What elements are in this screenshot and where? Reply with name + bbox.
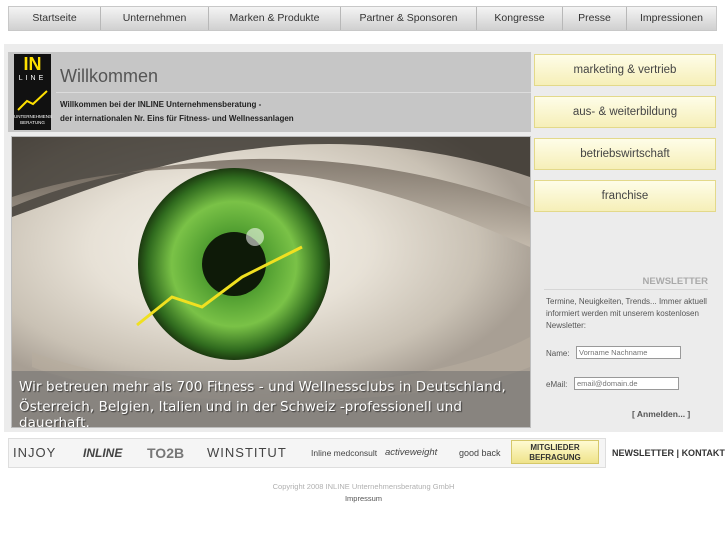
- newsletter-description: Termine, Neuigkeiten, Trends... Immer ak…: [546, 297, 707, 330]
- newsletter-title: NEWSLETTER: [642, 276, 708, 287]
- hero-caption-line-2: Österreich, Belgien, Italien und in der …: [19, 399, 463, 428]
- logo-subtitle: UNTERNEHMENS BERATUNG: [14, 114, 53, 125]
- sidebar-button-betriebswirtschaft[interactable]: betriebswirtschaft: [534, 138, 716, 170]
- welcome-header: IN LINE UNTERNEHMENS BERATUNG Willkommen…: [8, 52, 531, 132]
- newsletter-divider: [544, 289, 708, 290]
- email-label: eMail:: [546, 380, 568, 389]
- partner-logo-goodback[interactable]: good back: [459, 443, 501, 463]
- hero-caption: Wir betreuen mehr als 700 Fitness - und …: [12, 371, 530, 427]
- partner-logo-to2b[interactable]: TO2B: [147, 443, 184, 463]
- main-content: IN LINE UNTERNEHMENS BERATUNG Willkommen…: [4, 44, 723, 432]
- mitglieder-befragung-button[interactable]: MITGLIEDER BEFRAGUNG: [511, 440, 599, 464]
- page-title: Willkommen: [60, 66, 159, 86]
- copyright-text: Copyright 2008 INLINE Unternehmensberatu…: [272, 482, 455, 491]
- nav-item-kongresse[interactable]: Kongresse: [477, 7, 563, 30]
- nav-item-partner-sponsoren[interactable]: Partner & Sponsoren: [341, 7, 477, 30]
- sidebar-button-weiterbildung[interactable]: aus- & weiterbildung: [534, 96, 716, 128]
- newsletter-box: NEWSLETTER Termine, Neuigkeiten, Trends.…: [534, 219, 716, 429]
- welcome-text-line-2: der internationalen Nr. Eins für Fitness…: [60, 114, 294, 123]
- welcome-text-line-1: Willkommen bei der INLINE Unternehmensbe…: [60, 100, 262, 109]
- nav-item-impressionen[interactable]: Impressionen: [627, 7, 716, 30]
- footer-separator: |: [676, 448, 680, 458]
- name-input[interactable]: [576, 346, 681, 359]
- inline-logo[interactable]: IN LINE UNTERNEHMENS BERATUNG: [14, 54, 53, 130]
- partner-logo-injoy[interactable]: INJOY: [13, 443, 56, 463]
- hero-image-eye: Wir betreuen mehr als 700 Fitness - und …: [11, 136, 531, 428]
- newsletter-submit-button[interactable]: [ Anmelden... ]: [632, 409, 690, 419]
- nav-item-startseite[interactable]: Startseite: [9, 7, 101, 30]
- impressum-link[interactable]: Impressum: [0, 494, 727, 503]
- kontakt-link[interactable]: KONTAKT: [682, 448, 725, 458]
- footer-links: NEWSLETTER | KONTAKT: [612, 448, 725, 458]
- partner-logo-medconsult[interactable]: Inline medconsult: [311, 443, 377, 463]
- partner-logo-winstitut[interactable]: WINSTITUT: [207, 443, 287, 463]
- email-input[interactable]: [574, 377, 679, 390]
- hero-caption-line-1: Wir betreuen mehr als 700 Fitness - und …: [19, 379, 506, 395]
- nav-item-unternehmen[interactable]: Unternehmen: [101, 7, 209, 30]
- nav-item-marken-produkte[interactable]: Marken & Produkte: [209, 7, 341, 30]
- top-navigation: Startseite Unternehmen Marken & Produkte…: [0, 0, 727, 36]
- name-label: Name:: [546, 349, 570, 358]
- partner-logo-inline[interactable]: INLINE: [83, 443, 122, 463]
- sidebar-button-franchise[interactable]: franchise: [534, 180, 716, 212]
- sidebar-button-marketing[interactable]: marketing & vertrieb: [534, 54, 716, 86]
- nav-bar: Startseite Unternehmen Marken & Produkte…: [8, 6, 717, 31]
- header-divider: [56, 92, 531, 93]
- partner-logos-bar: INJOY INLINE TO2B WINSTITUT Inline medco…: [8, 438, 606, 468]
- newsletter-link[interactable]: NEWSLETTER: [612, 448, 674, 458]
- nav-item-presse[interactable]: Presse: [563, 7, 627, 30]
- partner-logo-activeweight[interactable]: activeweight: [385, 443, 437, 463]
